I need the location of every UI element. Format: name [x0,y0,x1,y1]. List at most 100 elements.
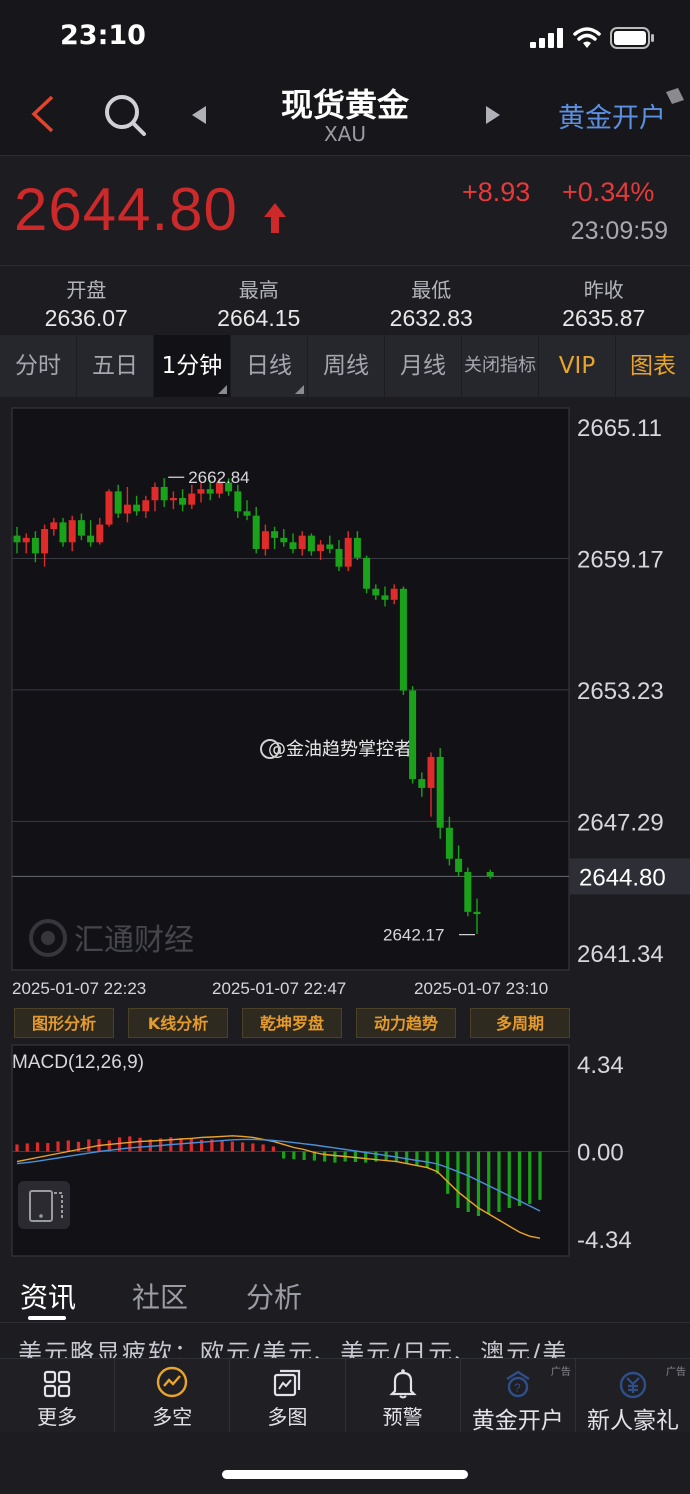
ohlc-value: 2664.15 [217,305,301,331]
macd-histogram-bar [487,1151,491,1214]
ad-badge: 广告 [666,1367,687,1378]
bottom-gold-account[interactable]: 广告 ? 黄金开户 [461,1359,576,1434]
tab-community[interactable]: 社区 [132,1276,188,1316]
tab-daily[interactable]: 日线 [231,335,308,397]
macd-histogram-bar [220,1140,224,1152]
bottom-new-gift[interactable]: 广告 新人豪礼 [576,1359,690,1434]
macd-histogram-bar [466,1151,470,1212]
rotate-screen-icon [29,1190,63,1222]
weibo-watermark: @金油趋势掌控者 [268,739,412,760]
bottom-label: 更多 [37,1405,78,1429]
candle-body [50,522,58,530]
macd-histogram-bar [66,1140,70,1152]
macd-histogram-bar [282,1151,286,1159]
candle-body [390,588,398,600]
low-label: 2642.17 [383,926,444,945]
chart-svg[interactable]: @金油趋势掌控者 汇通财经 2665.11 2659.17 2653.23 2647.… [0,405,690,1265]
rotate-screen-button[interactable] [18,1181,70,1229]
candle-body [68,520,76,543]
x-tick-label: 2025-01-07 23:10 [414,979,548,998]
chart-area[interactable]: @金油趋势掌控者 汇通财经 2665.11 2659.17 2653.23 2647.… [0,405,690,1265]
compass-button[interactable]: 乾坤罗盘 [242,1008,342,1038]
macd-histogram-bar [15,1144,19,1152]
candle-body [353,537,361,558]
tab-intraday[interactable]: 分时 [0,335,77,397]
next-symbol-icon[interactable] [482,104,504,126]
headline-text: 美元略显疲软：欧元/美元、美元/日元、澳元/美 [18,1339,569,1360]
candle-body [123,504,131,514]
ad-badge: 广告 [550,1367,571,1378]
candle-body [399,588,407,691]
graphic-analysis-button[interactable]: 图形分析 [14,1008,114,1038]
macd-histogram-bar [251,1143,255,1152]
gold-account-icon: ? [506,1370,530,1398]
macd-title: MACD(12,26,9) [12,1052,144,1073]
macd-histogram-bar [271,1146,275,1152]
macd-histogram-bar [415,1151,419,1166]
macd-y-tick-label: -4.34 [577,1227,632,1254]
active-tab-underline [28,1316,66,1320]
wifi-icon [573,27,601,48]
macd-histogram-bar [241,1142,245,1152]
x-tick-label: 2025-01-07 22:47 [212,979,346,998]
tab-news[interactable]: 资讯 [20,1276,76,1316]
momentum-trend-button[interactable]: 动力趋势 [356,1008,456,1038]
bottom-label: 多空 [152,1405,193,1429]
tab-analysis[interactable]: 分析 [246,1276,302,1316]
gift-money-icon [619,1371,647,1399]
ohlc-open: 开盘 2636.07 [0,266,173,335]
ohlc-value: 2636.07 [44,305,128,331]
tab-five-day[interactable]: 五日 [77,335,154,397]
period-tabs: 分时 五日 1分钟 日线 周线 月线 关闭指标 VIP 图表 [0,335,690,397]
candle-body [335,548,343,567]
candle-body [363,557,371,589]
macd-histogram-bar [333,1151,337,1163]
macd-histogram-bar [189,1139,193,1152]
open-account-link[interactable]: 黄金开户 [558,96,666,135]
status-bar: 23:10 [0,0,690,72]
macd-pane [11,1044,570,1257]
candle-body [142,500,150,512]
bottom-long-short[interactable]: 多空 [115,1359,231,1432]
macd-histogram-bar [128,1136,132,1152]
bottom-alert[interactable]: 预警 [346,1359,461,1432]
candle-body [243,511,251,516]
tab-weekly[interactable]: 周线 [308,335,385,397]
brand-watermark: 汇通财经 [74,923,194,958]
news-headline[interactable]: 美元略显疲软：欧元/美元、美元/日元、澳元/美 [0,1322,690,1360]
x-tick-label: 2025-01-07 22:23 [12,979,146,998]
kline-analysis-button[interactable]: K线分析 [128,1008,228,1038]
ohlc-label: 开盘 [66,278,107,302]
macd-histogram-bar [446,1151,450,1194]
macd-y-tick-label: 0.00 [577,1140,624,1167]
bottom-label: 新人豪礼 [586,1408,679,1434]
ohlc-prev-close: 昨收 2635.87 [518,266,690,335]
bottom-multi-chart[interactable]: 多图 [230,1359,346,1432]
tab-chart[interactable]: 图表 [616,335,690,397]
bottom-more[interactable]: 更多 [0,1359,116,1432]
last-price: 2644.80 [14,176,238,243]
tab-monthly[interactable]: 月线 [385,335,462,397]
candle-body [372,588,380,596]
quote-time: 23:09:59 [570,217,668,245]
macd-histogram-bar [517,1151,522,1206]
macd-histogram-bar [25,1143,29,1152]
candle-body [96,524,104,543]
tab-1min[interactable]: 1分钟 [154,335,231,397]
tab-label: 日线 [246,353,292,379]
tab-close-indicator[interactable]: 关闭指标 [462,335,539,397]
candle-body [179,498,187,505]
candle-body [271,531,279,538]
macd-histogram-bar [456,1151,460,1208]
candle-body [22,537,30,543]
signal-icon [530,28,564,48]
multi-period-button[interactable]: 多周期 [470,1008,570,1038]
candle-body [160,486,168,501]
tab-vip[interactable]: VIP [539,335,616,397]
status-time: 23:10 [60,20,146,51]
candle-body [298,535,306,549]
quote-panel: 2644.80 +8.93 +0.34% 23:09:59 [0,157,690,265]
candle-body [133,504,141,512]
candle-body [409,690,417,780]
macd-histogram-bar [230,1141,234,1152]
